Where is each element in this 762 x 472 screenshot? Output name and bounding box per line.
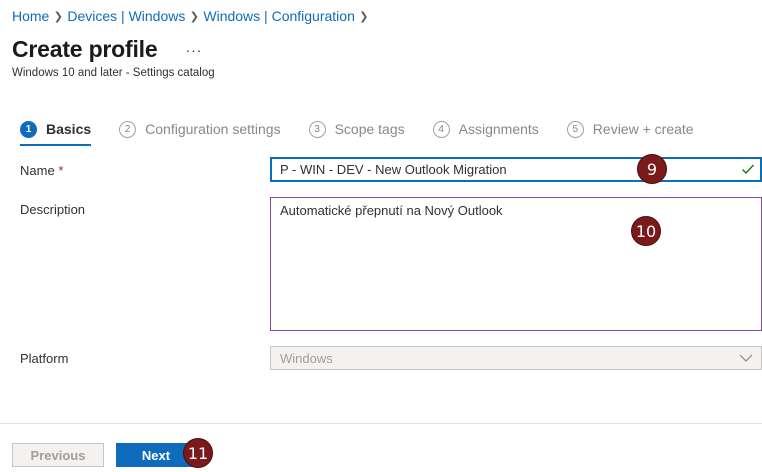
description-label: Description: [20, 202, 86, 217]
title-row: Create profile ···: [12, 36, 204, 63]
step-configuration-settings[interactable]: 2 Configuration settings: [119, 118, 281, 140]
chevron-right-icon: ❯: [53, 10, 63, 23]
required-mark: *: [58, 163, 64, 178]
step-basics[interactable]: 1 Basics: [20, 118, 92, 146]
breadcrumb-devices-windows[interactable]: Devices | Windows: [67, 8, 185, 24]
checkmark-icon: [742, 164, 755, 175]
step-assignments[interactable]: 4 Assignments: [432, 118, 539, 140]
step-number-4: 4: [432, 120, 450, 138]
step-scope-tags[interactable]: 3 Scope tags: [308, 118, 405, 140]
description-textarea[interactable]: Automatické přepnutí na Nový Outlook: [271, 198, 761, 330]
step-number-1: 1: [20, 120, 37, 138]
platform-select[interactable]: Windows: [270, 346, 762, 370]
annotation-marker-10: 10: [631, 216, 661, 246]
chevron-down-icon: [739, 354, 753, 362]
step-label: Assignments: [458, 121, 539, 137]
name-input[interactable]: [271, 158, 761, 181]
breadcrumb-home[interactable]: Home: [12, 8, 49, 24]
annotation-marker-9: 9: [637, 154, 667, 184]
footer-divider: [0, 423, 762, 424]
chevron-right-icon: ❯: [189, 10, 199, 23]
wizard-steps: 1 Basics 2 Configuration settings 3 Scop…: [20, 118, 722, 146]
name-label: Name *: [20, 163, 63, 178]
name-field[interactable]: [270, 157, 762, 182]
platform-value: Windows: [280, 350, 333, 366]
more-options-icon[interactable]: ···: [183, 43, 204, 57]
page-subtitle: Windows 10 and later - Settings catalog: [12, 67, 215, 79]
platform-label: Platform: [20, 351, 69, 366]
step-review-create[interactable]: 5 Review + create: [566, 118, 694, 140]
description-field[interactable]: Automatické přepnutí na Nový Outlook: [270, 197, 762, 331]
step-label: Basics: [46, 121, 92, 137]
chevron-right-icon: ❯: [359, 10, 369, 23]
step-number-3: 3: [308, 120, 326, 138]
name-label-text: Name: [20, 163, 55, 178]
previous-button[interactable]: Previous: [12, 443, 104, 467]
step-label: Review + create: [592, 121, 694, 137]
annotation-marker-11: 11: [183, 438, 213, 468]
step-number-5: 5: [566, 120, 584, 138]
page-title: Create profile: [12, 36, 158, 62]
step-label: Scope tags: [334, 121, 405, 137]
step-number-2: 2: [119, 120, 137, 138]
step-label: Configuration settings: [145, 121, 281, 137]
breadcrumb-windows-configuration[interactable]: Windows | Configuration: [203, 8, 354, 24]
breadcrumb: Home ❯ Devices | Windows ❯ Windows | Con…: [12, 8, 373, 24]
